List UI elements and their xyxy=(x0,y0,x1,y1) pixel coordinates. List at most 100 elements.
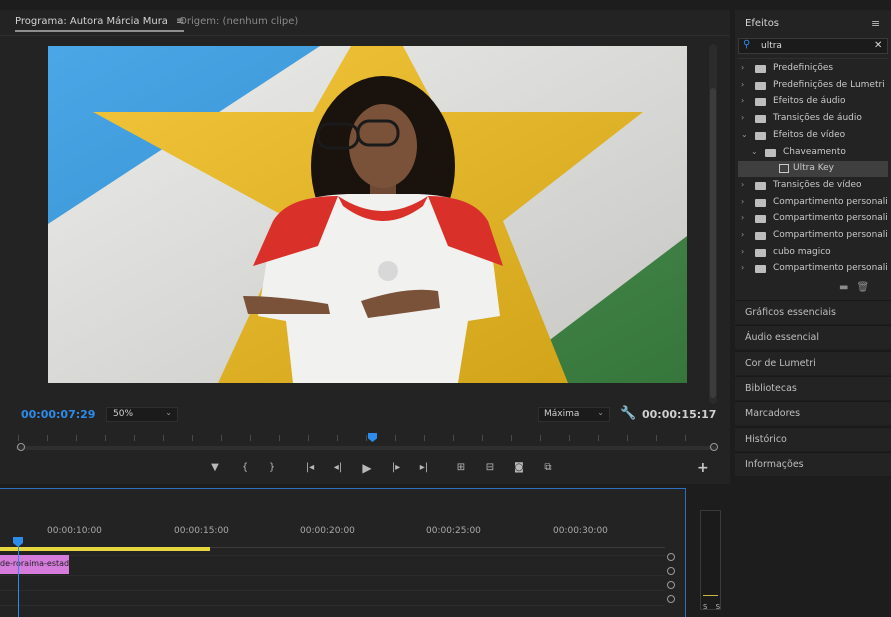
chevron-right-icon[interactable]: › xyxy=(741,263,744,272)
panel-tab[interactable]: Informações xyxy=(735,451,891,476)
plus-icon[interactable]: + xyxy=(697,460,709,476)
step-back-icon[interactable]: ◂| xyxy=(329,461,347,475)
ruler-tick xyxy=(482,435,483,441)
scrub-end-handle[interactable] xyxy=(710,443,718,451)
tab-program-monitor[interactable]: Programa: Autora Márcia Mura ≡ xyxy=(15,16,185,32)
current-timecode[interactable]: 00:00:07:29 xyxy=(21,408,95,421)
meter-solo-labels[interactable]: S S xyxy=(703,603,723,611)
effects-panel-title[interactable]: Efeitos xyxy=(745,18,779,29)
marker-icon[interactable]: ▼ xyxy=(206,461,224,475)
track-toggle-circle[interactable] xyxy=(667,567,675,575)
playback-quality-select[interactable]: Máxima ⌄ xyxy=(538,407,610,422)
ruler-tick xyxy=(192,435,193,441)
tree-item-label: Transições de áudio xyxy=(773,113,862,124)
audio-meter xyxy=(700,510,721,610)
play-icon[interactable]: ▶ xyxy=(358,461,376,475)
trash-icon[interactable]: 🗑 xyxy=(856,282,869,293)
extract-icon[interactable]: ⊟ xyxy=(481,461,499,475)
tree-item-label: cubo magico xyxy=(773,246,831,257)
ruler-tick xyxy=(18,435,19,441)
folder-icon xyxy=(755,98,766,107)
chevron-right-icon[interactable]: › xyxy=(741,247,744,256)
folder-icon xyxy=(755,115,766,124)
step-forward-icon[interactable]: |▸ xyxy=(387,461,405,475)
timeline-time-label: 00:00:25:00 xyxy=(426,526,481,536)
chevron-right-icon[interactable]: › xyxy=(741,80,744,89)
go-to-out-icon[interactable]: ▸| xyxy=(415,461,433,475)
zoom-level-select[interactable]: 50% ⌄ xyxy=(106,407,178,422)
chevron-right-icon[interactable]: › xyxy=(741,197,744,206)
panel-tab[interactable]: Marcadores xyxy=(735,401,891,426)
chevron-down-icon[interactable]: ⌄ xyxy=(751,147,758,156)
mark-in-icon[interactable]: { xyxy=(236,461,254,475)
panel-tab-label: Áudio essencial xyxy=(745,332,819,344)
effects-search-input[interactable]: ⚲ ultra ✕ xyxy=(738,38,888,54)
scrub-start-handle[interactable] xyxy=(17,443,25,451)
monitor-scrub-bar[interactable] xyxy=(16,446,716,450)
chevron-right-icon[interactable]: › xyxy=(741,180,744,189)
zoom-level-value: 50% xyxy=(113,409,134,419)
effects-tree-item[interactable]: › Compartimento personaliz xyxy=(738,211,888,227)
duration-timecode: 00:00:15:17 xyxy=(642,408,717,421)
track-separator xyxy=(0,590,665,591)
effects-tree-item[interactable]: › Transições de áudio xyxy=(738,111,888,127)
work-area-bar[interactable] xyxy=(0,547,210,551)
export-frame-icon[interactable]: ◙ xyxy=(510,461,528,475)
new-bin-icon[interactable]: ▬ xyxy=(839,282,848,293)
chevron-right-icon[interactable]: › xyxy=(741,213,744,222)
effects-tree-item[interactable]: ⌄ Efeitos de vídeo xyxy=(738,128,888,144)
effects-tree-item[interactable]: › Predefinições de Lumetri xyxy=(738,78,888,94)
lift-icon[interactable]: ⊞ xyxy=(452,461,470,475)
panel-tab[interactable]: Gráficos essenciais xyxy=(735,300,891,324)
meter-level-line xyxy=(703,595,718,596)
ruler-tick xyxy=(337,435,338,441)
ruler-tick xyxy=(511,435,512,441)
timeline-time-label: 00:00:15:00 xyxy=(174,526,229,536)
track-toggle-circle[interactable] xyxy=(667,581,675,589)
ruler-tick xyxy=(308,435,309,441)
quality-value: Máxima xyxy=(544,409,580,419)
track-separator xyxy=(0,555,665,556)
timeline-clip[interactable]: de-roraima-estado.p xyxy=(0,555,69,574)
effects-tree: › Predefinições › Predefinições de Lumetri ›… xyxy=(738,58,888,278)
ruler-tick xyxy=(221,435,222,441)
chevron-right-icon[interactable]: › xyxy=(741,63,744,72)
track-separator xyxy=(0,575,665,576)
timeline-time-label: 00:00:20:00 xyxy=(300,526,355,536)
track-toggle-circle[interactable] xyxy=(667,595,675,603)
clear-icon[interactable]: ✕ xyxy=(874,40,882,51)
monitor-time-ruler[interactable] xyxy=(16,432,716,446)
mark-out-icon[interactable]: } xyxy=(263,461,281,475)
panel-tab-label: Informações xyxy=(745,458,804,470)
monitor-scrollbar[interactable] xyxy=(709,44,717,404)
effects-tree-item[interactable]: › Compartimento personaliz xyxy=(738,195,888,211)
comparison-view-icon[interactable]: ⧉ xyxy=(539,461,557,475)
effects-tree-item[interactable]: › Compartimento personaliz xyxy=(738,228,888,244)
effects-tree-item[interactable]: › Efeitos de áudio xyxy=(738,94,888,110)
chevron-right-icon[interactable]: › xyxy=(741,96,744,105)
scrollbar-thumb[interactable] xyxy=(710,88,716,398)
wrench-settings-icon[interactable]: 🔧 xyxy=(620,406,636,421)
panel-tab[interactable]: Histórico xyxy=(735,426,891,451)
effects-tree-item[interactable]: ⌄ Chaveamento xyxy=(738,145,888,161)
effects-tree-item[interactable]: Ultra Key xyxy=(738,161,888,178)
tree-item-label: Predefinições xyxy=(773,63,834,73)
chevron-right-icon[interactable]: › xyxy=(741,113,744,122)
tree-item-label: Chaveamento xyxy=(783,146,846,157)
panel-tab[interactable]: Áudio essencial xyxy=(735,325,891,350)
track-toggle-circle[interactable] xyxy=(667,553,675,561)
panel-tab[interactable]: Cor de Lumetri xyxy=(735,350,891,375)
go-to-in-icon[interactable]: |◂ xyxy=(301,461,319,475)
effects-tree-item[interactable]: › Transições de vídeo xyxy=(738,178,888,194)
ruler-tick xyxy=(250,435,251,441)
effects-tree-item[interactable]: › cubo magico xyxy=(738,245,888,261)
hamburger-menu-icon[interactable]: ≡ xyxy=(871,17,880,30)
effects-tree-item[interactable]: › Compartimento personaliz xyxy=(738,261,888,277)
effects-tree-item[interactable]: › Predefinições xyxy=(738,61,888,77)
chevron-down-icon: ⌄ xyxy=(165,408,172,417)
panel-tab[interactable]: Bibliotecas xyxy=(735,375,891,400)
tab-source-monitor[interactable]: Origem: (nenhum clipe) xyxy=(179,16,298,27)
chevron-down-icon[interactable]: ⌄ xyxy=(741,130,748,139)
timeline-playhead-line xyxy=(18,545,19,617)
chevron-right-icon[interactable]: › xyxy=(741,230,744,239)
